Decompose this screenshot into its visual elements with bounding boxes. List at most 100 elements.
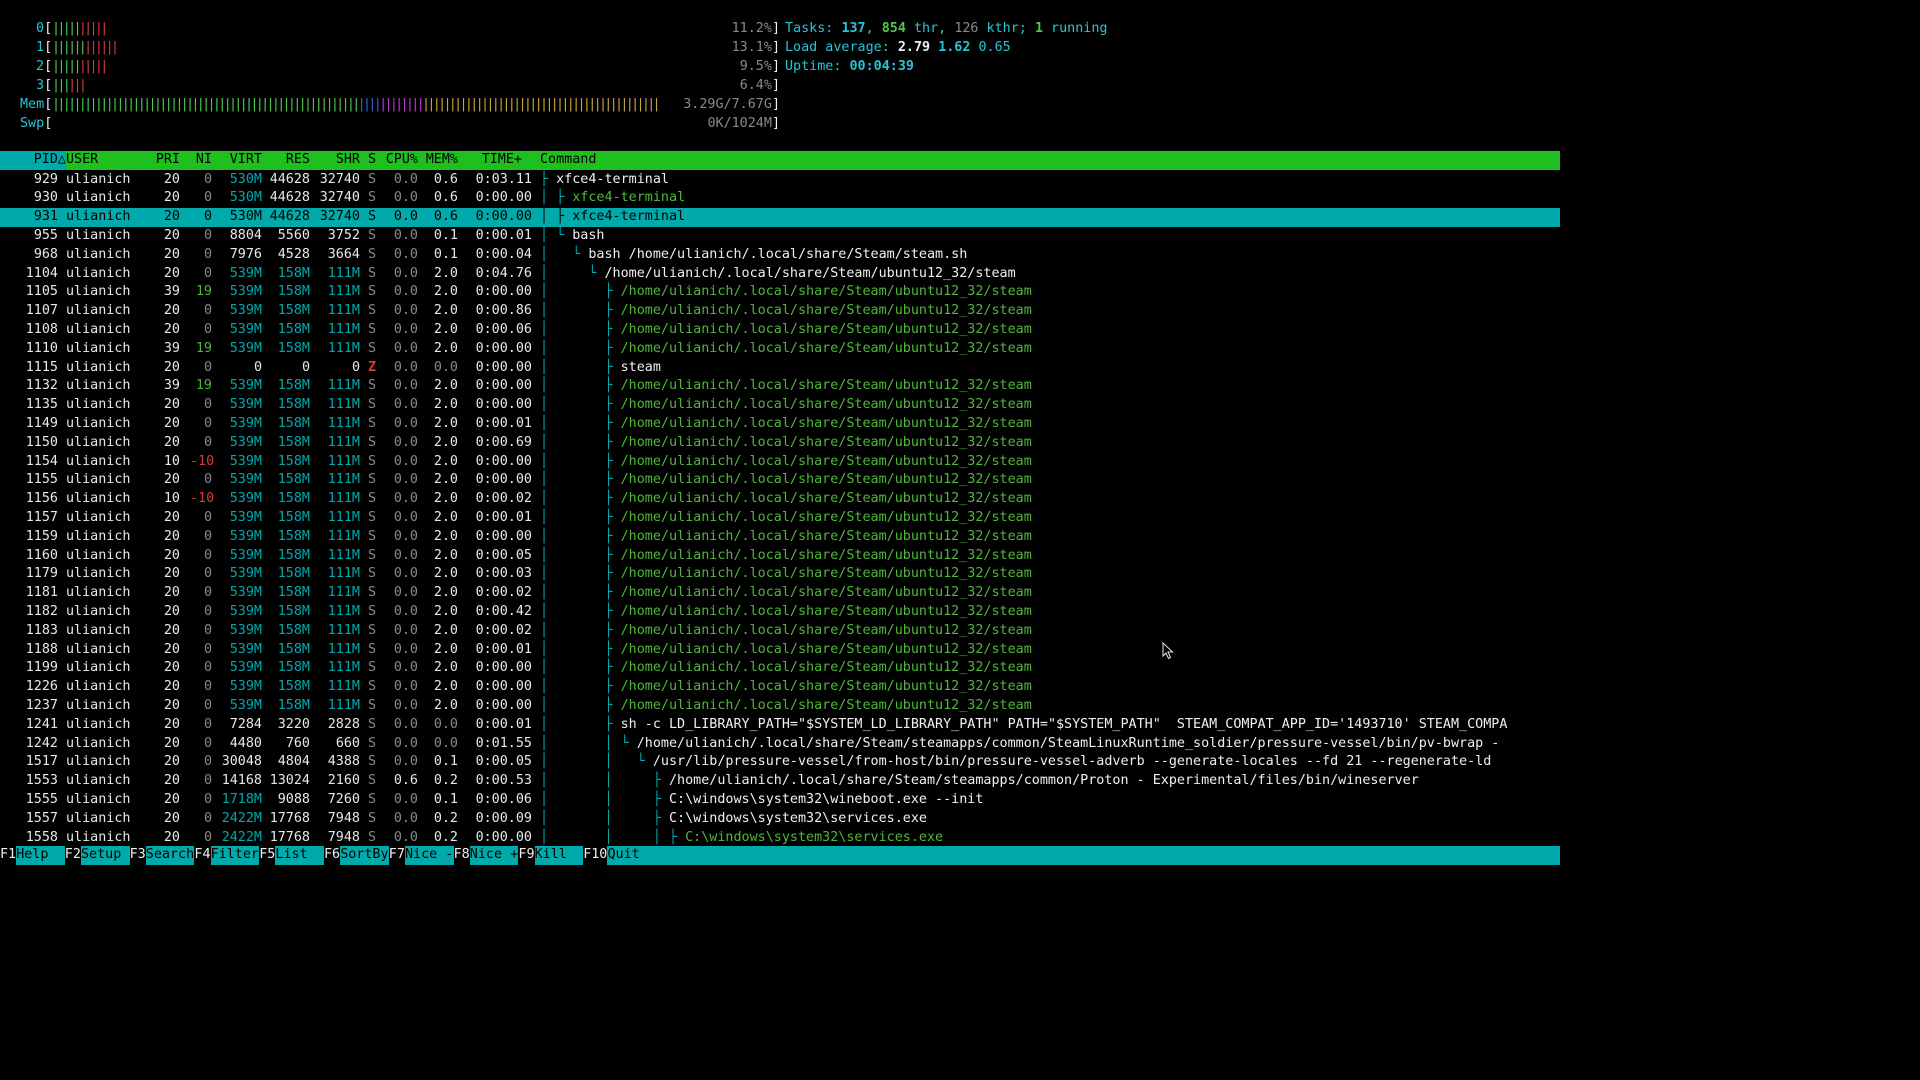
command-text: /home/ulianich/.local/share/Steam/ubuntu… bbox=[620, 528, 1032, 544]
process-row[interactable]: 1154 ulianich 10 -10 539M 158M 111M S 0.0 2.0 0:00… bbox=[0, 453, 1560, 472]
column-pid[interactable]: PID△ bbox=[0, 151, 66, 170]
shr-cell: 2828 bbox=[327, 716, 360, 732]
fkey-f2[interactable]: F2 bbox=[64, 846, 81, 865]
process-row[interactable]: 1150 ulianich 20 0 539M 158M 111M S 0.0 2.0 0:00.6… bbox=[0, 434, 1560, 453]
time-cell: 0:04.76 bbox=[475, 265, 532, 281]
process-row[interactable]: 1237 ulianich 20 0 539M 158M 111M S 0.0 2.0 0:00.0… bbox=[0, 697, 1560, 716]
process-row[interactable]: 929 ulianich 20 0 530M 44628 32740 S 0.0 0.6 0:03.… bbox=[0, 171, 1560, 190]
virt-cell: 539M bbox=[229, 585, 262, 601]
nice-cell: 0 bbox=[203, 472, 212, 488]
fkey-f6[interactable]: F6 bbox=[324, 846, 341, 865]
process-row[interactable]: 1241 ulianich 20 0 7284 3220 2828 S 0.0 0.0 0:00.0… bbox=[0, 716, 1560, 735]
process-row[interactable]: 1108 ulianich 20 0 539M 158M 111M S 0.0 2.0 0:00.0… bbox=[0, 321, 1560, 340]
fkey-label[interactable]: Help bbox=[16, 846, 64, 865]
process-row[interactable]: 1179 ulianich 20 0 539M 158M 111M S 0.0 2.0 0:00.0… bbox=[0, 565, 1560, 584]
process-row[interactable]: 1104 ulianich 20 0 539M 158M 111M S 0.0 2.0 0:04.7… bbox=[0, 265, 1560, 284]
fkey-f4[interactable]: F4 bbox=[194, 846, 211, 865]
fkey-f9[interactable]: F9 bbox=[518, 846, 535, 865]
column-mem[interactable]: MEM% bbox=[424, 151, 458, 170]
fkey-label[interactable]: Filter bbox=[211, 846, 259, 865]
column-user[interactable]: USER bbox=[66, 151, 98, 170]
process-row[interactable]: 1157 ulianich 20 0 539M 158M 111M S 0.0 2.0 0:00.0… bbox=[0, 509, 1560, 528]
process-row[interactable]: 1105 ulianich 39 19 539M 158M 111M S 0.0 2.0 0:00.… bbox=[0, 283, 1560, 302]
meter-bar: |||||| bbox=[52, 78, 87, 93]
process-row[interactable]: 931 ulianich 20 0 530M 44628 32740 S 0.0 0.6 0:00.… bbox=[0, 208, 1560, 227]
mem-cell: 2.0 bbox=[433, 378, 458, 394]
fkey-label[interactable]: Nice - bbox=[405, 846, 453, 865]
process-row[interactable]: 1557 ulianich 20 0 2422M 17768 7948 S 0.0 0.2 0:00… bbox=[0, 810, 1560, 829]
shr-cell: 111M bbox=[327, 603, 360, 619]
fkey-label[interactable]: Search bbox=[146, 846, 194, 865]
meter-value: 9.5%] bbox=[739, 59, 780, 74]
tree-branch: │ ├ bbox=[540, 209, 573, 225]
priority-cell: 20 bbox=[163, 359, 180, 375]
process-row[interactable]: 1183 ulianich 20 0 539M 158M 111M S 0.0 2.0 0:00.0… bbox=[0, 622, 1560, 641]
process-row[interactable]: 1517 ulianich 20 0 30048 4804 4388 S 0.0 0.1 0:00.… bbox=[0, 753, 1560, 772]
fkey-label[interactable]: Quit bbox=[608, 846, 656, 865]
process-row[interactable]: 1553 ulianich 20 0 14168 13024 2160 S 0.6 0.2 0:00… bbox=[0, 772, 1560, 791]
column-ni[interactable]: NI bbox=[190, 151, 212, 170]
tree-branch: │ ├ bbox=[540, 679, 621, 695]
column-command[interactable]: Command bbox=[540, 151, 596, 170]
pid-cell: 1105 bbox=[25, 284, 58, 300]
cpu-cell: 0.0 bbox=[393, 209, 418, 225]
user-cell: ulianich bbox=[66, 716, 131, 732]
column-time[interactable]: TIME+ bbox=[470, 151, 522, 170]
process-row[interactable]: 930 ulianich 20 0 530M 44628 32740 S 0.0 0.6 0:00.… bbox=[0, 189, 1560, 208]
state-cell: S bbox=[368, 791, 377, 807]
fkey-label[interactable]: Nice + bbox=[470, 846, 518, 865]
tree-branch: │ ├ bbox=[540, 434, 621, 450]
process-row[interactable]: 1159 ulianich 20 0 539M 158M 111M S 0.0 2.0 0:00.0… bbox=[0, 528, 1560, 547]
command-text: /home/ulianich/.local/share/Steam/ubuntu… bbox=[620, 321, 1032, 337]
fkey-f3[interactable]: F3 bbox=[129, 846, 146, 865]
fkey-f8[interactable]: F8 bbox=[453, 846, 470, 865]
process-row[interactable]: 1555 ulianich 20 0 1718M 9088 7260 S 0.0 0.1 0:00.… bbox=[0, 791, 1560, 810]
process-row[interactable]: 1115 ulianich 20 0 0 0 0 Z 0.0 0.0 0:00.00 │ ├ stea… bbox=[0, 359, 1560, 378]
process-row[interactable]: 1182 ulianich 20 0 539M 158M 111M S 0.0 2.0 0:00.4… bbox=[0, 603, 1560, 622]
column-shr[interactable]: SHR bbox=[314, 151, 360, 170]
cpu-cell: 0.0 bbox=[393, 679, 418, 695]
meter-3: 3[|||||| 6.4%] bbox=[0, 77, 780, 96]
fkey-label[interactable]: Setup bbox=[81, 846, 129, 865]
process-row[interactable]: 1181 ulianich 20 0 539M 158M 111M S 0.0 2.0 0:00.0… bbox=[0, 584, 1560, 603]
fkey-label[interactable]: SortBy bbox=[340, 846, 388, 865]
process-row[interactable]: 1156 ulianich 10 -10 539M 158M 111M S 0.0 2.0 0:00… bbox=[0, 490, 1560, 509]
column-virt[interactable]: VIRT bbox=[218, 151, 262, 170]
process-row[interactable]: 1160 ulianich 20 0 539M 158M 111M S 0.0 2.0 0:00.0… bbox=[0, 547, 1560, 566]
fkey-label[interactable]: Kill bbox=[535, 846, 583, 865]
process-row[interactable]: 1107 ulianich 20 0 539M 158M 111M S 0.0 2.0 0:00.8… bbox=[0, 302, 1560, 321]
process-row[interactable]: 955 ulianich 20 0 8804 5560 3752 S 0.0 0.1 0:00.01… bbox=[0, 227, 1560, 246]
fkey-f5[interactable]: F5 bbox=[259, 846, 276, 865]
process-row[interactable]: 968 ulianich 20 0 7976 4528 3664 S 0.0 0.1 0:00.04… bbox=[0, 246, 1560, 265]
fkey-f1[interactable]: F1 bbox=[0, 846, 17, 865]
fkey-f10[interactable]: F10 bbox=[583, 846, 608, 865]
column-state[interactable]: S bbox=[368, 151, 376, 170]
priority-cell: 20 bbox=[163, 434, 180, 450]
column-res[interactable]: RES bbox=[264, 151, 310, 170]
process-row[interactable]: 1132 ulianich 39 19 539M 158M 111M S 0.0 2.0 0:00.… bbox=[0, 377, 1560, 396]
process-row[interactable]: 1149 ulianich 20 0 539M 158M 111M S 0.0 2.0 0:00.0… bbox=[0, 415, 1560, 434]
process-row[interactable]: 1188 ulianich 20 0 539M 158M 111M S 0.0 2.0 0:00.0… bbox=[0, 641, 1560, 660]
meter-2: 2[|||||||||| 9.5%] bbox=[0, 58, 780, 77]
process-row[interactable]: 1110 ulianich 39 19 539M 158M 111M S 0.0 2.0 0:00.… bbox=[0, 340, 1560, 359]
process-row[interactable]: 1242 ulianich 20 0 4480 760 660 S 0.0 0.0 0:01.55 │… bbox=[0, 735, 1560, 754]
user-cell: ulianich bbox=[66, 773, 131, 789]
shr-cell: 111M bbox=[327, 585, 360, 601]
process-row[interactable]: 1155 ulianich 20 0 539M 158M 111M S 0.0 2.0 0:00.0… bbox=[0, 471, 1560, 490]
process-row[interactable]: 1558 ulianich 20 0 2422M 17768 7948 S 0.0 0.2 0:00… bbox=[0, 829, 1560, 848]
process-row[interactable]: 1199 ulianich 20 0 539M 158M 111M S 0.0 2.0 0:00.0… bbox=[0, 659, 1560, 678]
mem-cell: 2.0 bbox=[433, 622, 458, 638]
fkey-f7[interactable]: F7 bbox=[388, 846, 405, 865]
fkey-label[interactable]: List bbox=[275, 846, 323, 865]
res-cell: 158M bbox=[277, 378, 310, 394]
process-row[interactable]: 1135 ulianich 20 0 539M 158M 111M S 0.0 2.0 0:00.0… bbox=[0, 396, 1560, 415]
process-row[interactable]: 1226 ulianich 20 0 539M 158M 111M S 0.0 2.0 0:00.0… bbox=[0, 678, 1560, 697]
shr-cell: 111M bbox=[327, 472, 360, 488]
column-pri[interactable]: PRI bbox=[140, 151, 180, 170]
command-text: xfce4-terminal bbox=[572, 209, 686, 225]
user-cell: ulianich bbox=[66, 528, 131, 544]
command-text: /home/ulianich/.local/share/Steam/ubuntu… bbox=[620, 697, 1032, 713]
column-cpu[interactable]: CPU% bbox=[384, 151, 418, 170]
command-text: /home/ulianich/.local/share/Steam/ubuntu… bbox=[620, 566, 1032, 582]
priority-cell: 20 bbox=[163, 321, 180, 337]
